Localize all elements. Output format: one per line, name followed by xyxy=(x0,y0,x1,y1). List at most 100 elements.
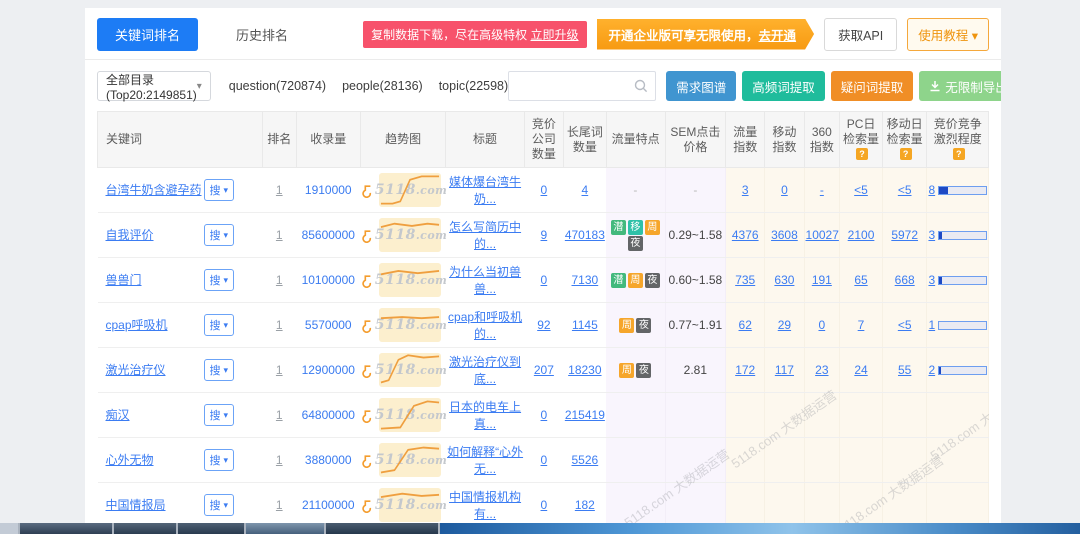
competition-link[interactable]: 8 xyxy=(928,183,935,197)
pc-daily-link[interactable]: 2100 xyxy=(848,228,875,242)
keyword-search-button[interactable]: 搜 ▾ xyxy=(204,404,235,426)
unlimited-export-button[interactable]: 无限制导出 xyxy=(919,71,1001,101)
mobile-index-link[interactable]: 630 xyxy=(774,273,794,287)
keyword-link[interactable]: 心外无物 xyxy=(106,453,202,468)
title-link[interactable]: 怎么写简历中的... xyxy=(449,220,521,251)
stat-topic[interactable]: topic(22598) xyxy=(439,79,509,93)
keyword-link[interactable]: 中国情报局 xyxy=(106,498,202,513)
title-link[interactable]: 激光治疗仪到底... xyxy=(449,355,521,386)
stat-question[interactable]: question(720874) xyxy=(229,79,326,93)
high-frequency-extract-button[interactable]: 高频词提取 xyxy=(742,71,825,101)
longtail-link[interactable]: 215419 xyxy=(565,408,605,422)
competition-link[interactable]: 3 xyxy=(928,228,935,242)
trend-chart[interactable]: 5118.com xyxy=(361,308,447,342)
rank-link[interactable]: 1 xyxy=(276,228,283,242)
pc-daily-link[interactable]: 7 xyxy=(858,318,865,332)
mobile-daily-link[interactable]: <5 xyxy=(898,183,912,197)
pc-daily-link[interactable]: 24 xyxy=(854,363,867,377)
taskbar-fragment[interactable] xyxy=(20,523,112,534)
keyword-link[interactable]: 自我评价 xyxy=(106,228,202,243)
competition-link[interactable]: 2 xyxy=(928,363,935,377)
trend-chart[interactable]: 5118.com xyxy=(361,353,447,387)
keyword-search-button[interactable]: 搜 ▾ xyxy=(204,359,235,381)
upgrade-link[interactable]: 立即升级 xyxy=(531,28,579,42)
rank-link[interactable]: 1 xyxy=(276,408,283,422)
title-link[interactable]: 中国情报机构有... xyxy=(449,490,521,521)
enterprise-link[interactable]: 去开通 xyxy=(759,29,797,43)
tab-history-ranking[interactable]: 历史排名 xyxy=(236,25,288,44)
trend-chart[interactable]: 5118.com xyxy=(361,398,447,432)
title-link[interactable]: 为什么当初兽兽... xyxy=(449,265,521,296)
competition-link[interactable]: 1 xyxy=(928,318,935,332)
bid-companies-link[interactable]: 9 xyxy=(541,228,548,242)
stat-people[interactable]: people(28136) xyxy=(342,79,423,93)
bid-companies-link[interactable]: 207 xyxy=(534,363,554,377)
demand-map-button[interactable]: 需求图谱 xyxy=(666,71,736,101)
rank-link[interactable]: 1 xyxy=(276,498,283,512)
trend-chart[interactable]: 5118.com xyxy=(361,488,447,522)
title-link[interactable]: 如何解释“心外无... xyxy=(447,445,523,476)
help-icon[interactable]: ? xyxy=(900,148,912,160)
get-api-button[interactable]: 获取API xyxy=(824,18,897,51)
mobile-index-link[interactable]: 3608 xyxy=(771,228,798,242)
keyword-link[interactable]: 台湾牛奶含避孕药 xyxy=(106,183,202,198)
longtail-link[interactable]: 470183 xyxy=(565,228,605,242)
mobile-index-link[interactable]: 0 xyxy=(781,183,788,197)
rank-link[interactable]: 1 xyxy=(276,363,283,377)
keyword-link[interactable]: cpap呼吸机 xyxy=(106,318,202,333)
index-360-link[interactable]: 191 xyxy=(812,273,832,287)
rank-link[interactable]: 1 xyxy=(276,183,283,197)
rank-link[interactable]: 1 xyxy=(276,318,283,332)
trend-chart[interactable]: 5118.com xyxy=(361,173,447,207)
mobile-daily-link[interactable]: 668 xyxy=(895,273,915,287)
keyword-search-button[interactable]: 搜 ▾ xyxy=(204,179,235,201)
taskbar-fragment[interactable] xyxy=(114,523,176,534)
taskbar-fragment[interactable] xyxy=(178,523,244,534)
index-360-link[interactable]: - xyxy=(820,183,824,197)
keyword-search-button[interactable]: 搜 ▾ xyxy=(204,449,235,471)
search-input[interactable] xyxy=(509,73,633,99)
mobile-index-link[interactable]: 29 xyxy=(778,318,791,332)
taskbar-fragment[interactable] xyxy=(246,523,324,534)
longtail-link[interactable]: 18230 xyxy=(568,363,601,377)
mobile-daily-link[interactable]: 5972 xyxy=(891,228,918,242)
help-icon[interactable]: ? xyxy=(953,148,965,160)
longtail-link[interactable]: 5526 xyxy=(572,453,599,467)
index-360-link[interactable]: 10027 xyxy=(806,228,839,242)
flow-index-link[interactable]: 4376 xyxy=(732,228,759,242)
keyword-search-button[interactable]: 搜 ▾ xyxy=(204,494,235,516)
mobile-index-link[interactable]: 117 xyxy=(775,363,794,377)
trend-chart[interactable]: 5118.com xyxy=(361,443,447,477)
bid-companies-link[interactable]: 0 xyxy=(541,183,548,197)
bid-companies-link[interactable]: 92 xyxy=(537,318,550,332)
bid-companies-link[interactable]: 0 xyxy=(541,408,548,422)
bid-companies-link[interactable]: 0 xyxy=(541,273,548,287)
rank-link[interactable]: 1 xyxy=(276,453,283,467)
pc-daily-link[interactable]: 65 xyxy=(854,273,867,287)
tab-keyword-ranking[interactable]: 关键词排名 xyxy=(97,18,198,51)
question-words-extract-button[interactable]: 疑问词提取 xyxy=(831,71,914,101)
longtail-link[interactable]: 1145 xyxy=(572,318,598,332)
flow-index-link[interactable]: 735 xyxy=(735,273,755,287)
rank-link[interactable]: 1 xyxy=(276,273,283,287)
flow-index-link[interactable]: 3 xyxy=(742,183,749,197)
title-link[interactable]: 日本的电车上真... xyxy=(449,400,521,431)
keyword-link[interactable]: 痴汉 xyxy=(106,408,202,423)
taskbar-fragment[interactable] xyxy=(326,523,438,534)
pc-daily-link[interactable]: <5 xyxy=(854,183,868,197)
index-360-link[interactable]: 23 xyxy=(815,363,828,377)
help-icon[interactable]: ? xyxy=(856,148,868,160)
directory-select[interactable]: 全部目录(Top20:2149851) ▾ xyxy=(97,71,211,101)
longtail-link[interactable]: 7130 xyxy=(572,273,599,287)
index-360-link[interactable]: 0 xyxy=(818,318,825,332)
keyword-link[interactable]: 兽兽门 xyxy=(106,273,202,288)
mobile-daily-link[interactable]: <5 xyxy=(898,318,912,332)
trend-chart[interactable]: 5118.com xyxy=(361,263,447,297)
bid-companies-link[interactable]: 0 xyxy=(541,453,548,467)
competition-link[interactable]: 3 xyxy=(928,273,935,287)
mobile-daily-link[interactable]: 55 xyxy=(898,363,911,377)
keyword-search-button[interactable]: 搜 ▾ xyxy=(204,224,235,246)
tutorial-button[interactable]: 使用教程 ▾ xyxy=(907,18,989,51)
flow-index-link[interactable]: 172 xyxy=(735,363,755,377)
keyword-search-button[interactable]: 搜 ▾ xyxy=(204,314,235,336)
